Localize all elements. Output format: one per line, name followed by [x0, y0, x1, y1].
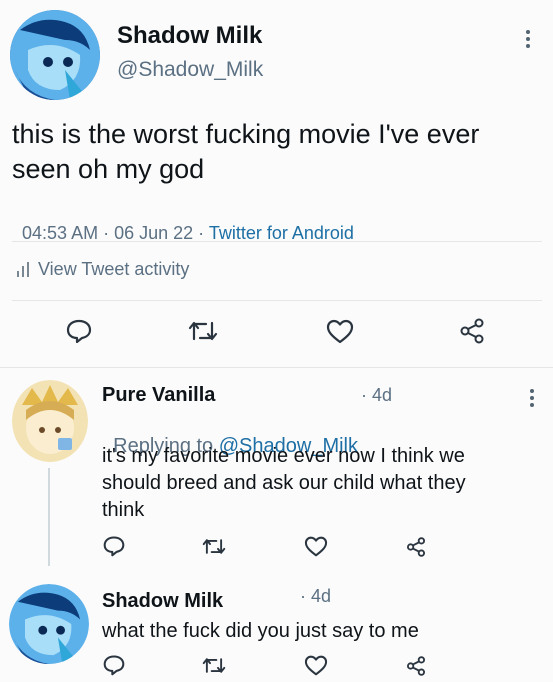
reply2-text-line1: what the fuck did you just say to me: [102, 620, 419, 642]
reply1-age: · 4d: [361, 385, 393, 405]
reply1-text-line1: it's my favorite movie ever now I think …: [102, 445, 465, 467]
comment-icon[interactable]: [103, 654, 125, 676]
reply2-age: · 4d: [300, 586, 332, 606]
retweet-icon[interactable]: [188, 319, 218, 343]
main-author-handle[interactable]: @Shadow_Milk: [117, 58, 263, 82]
reply1-author-name[interactable]: Pure Vanilla: [102, 384, 215, 407]
retweet-icon[interactable]: [202, 656, 226, 675]
comment-icon[interactable]: [66, 318, 92, 344]
avatar-shadow-milk[interactable]: [10, 10, 100, 100]
more-icon[interactable]: [529, 389, 535, 410]
reply1-text-line2: should breed and ask our child what they: [102, 472, 466, 494]
share-icon[interactable]: [459, 318, 485, 344]
main-tweet-text-line2: seen oh my god: [12, 154, 205, 184]
divider: [12, 241, 542, 242]
reply1-text-line3: think: [102, 499, 145, 521]
like-icon[interactable]: [326, 319, 354, 344]
like-icon[interactable]: [304, 655, 328, 676]
reply2-author-name[interactable]: Shadow Milk: [102, 590, 223, 613]
retweet-icon[interactable]: [202, 537, 226, 556]
avatar-pure-vanilla[interactable]: [12, 380, 88, 462]
timestamp: 04:53 AM · 06 Jun 22 ·: [22, 223, 209, 243]
analytics-icon: [16, 261, 32, 277]
comment-icon[interactable]: [103, 535, 125, 557]
divider: [0, 367, 553, 368]
more-icon[interactable]: [525, 30, 531, 51]
like-icon[interactable]: [304, 536, 328, 557]
source-link[interactable]: Twitter for Android: [209, 223, 354, 243]
view-tweet-activity-label: View Tweet activity: [38, 259, 190, 279]
thread-line: [48, 468, 50, 566]
main-tweet-text-line1: this is the worst fucking movie I've eve…: [12, 119, 480, 149]
share-icon[interactable]: [406, 656, 426, 676]
tweet-meta: 04:53 AM · 06 Jun 22 · Twitter for Andro…: [12, 202, 354, 244]
main-author-name[interactable]: Shadow Milk: [117, 22, 262, 50]
avatar-shadow-milk[interactable]: [9, 584, 89, 664]
share-icon[interactable]: [406, 537, 426, 557]
divider: [12, 300, 542, 301]
